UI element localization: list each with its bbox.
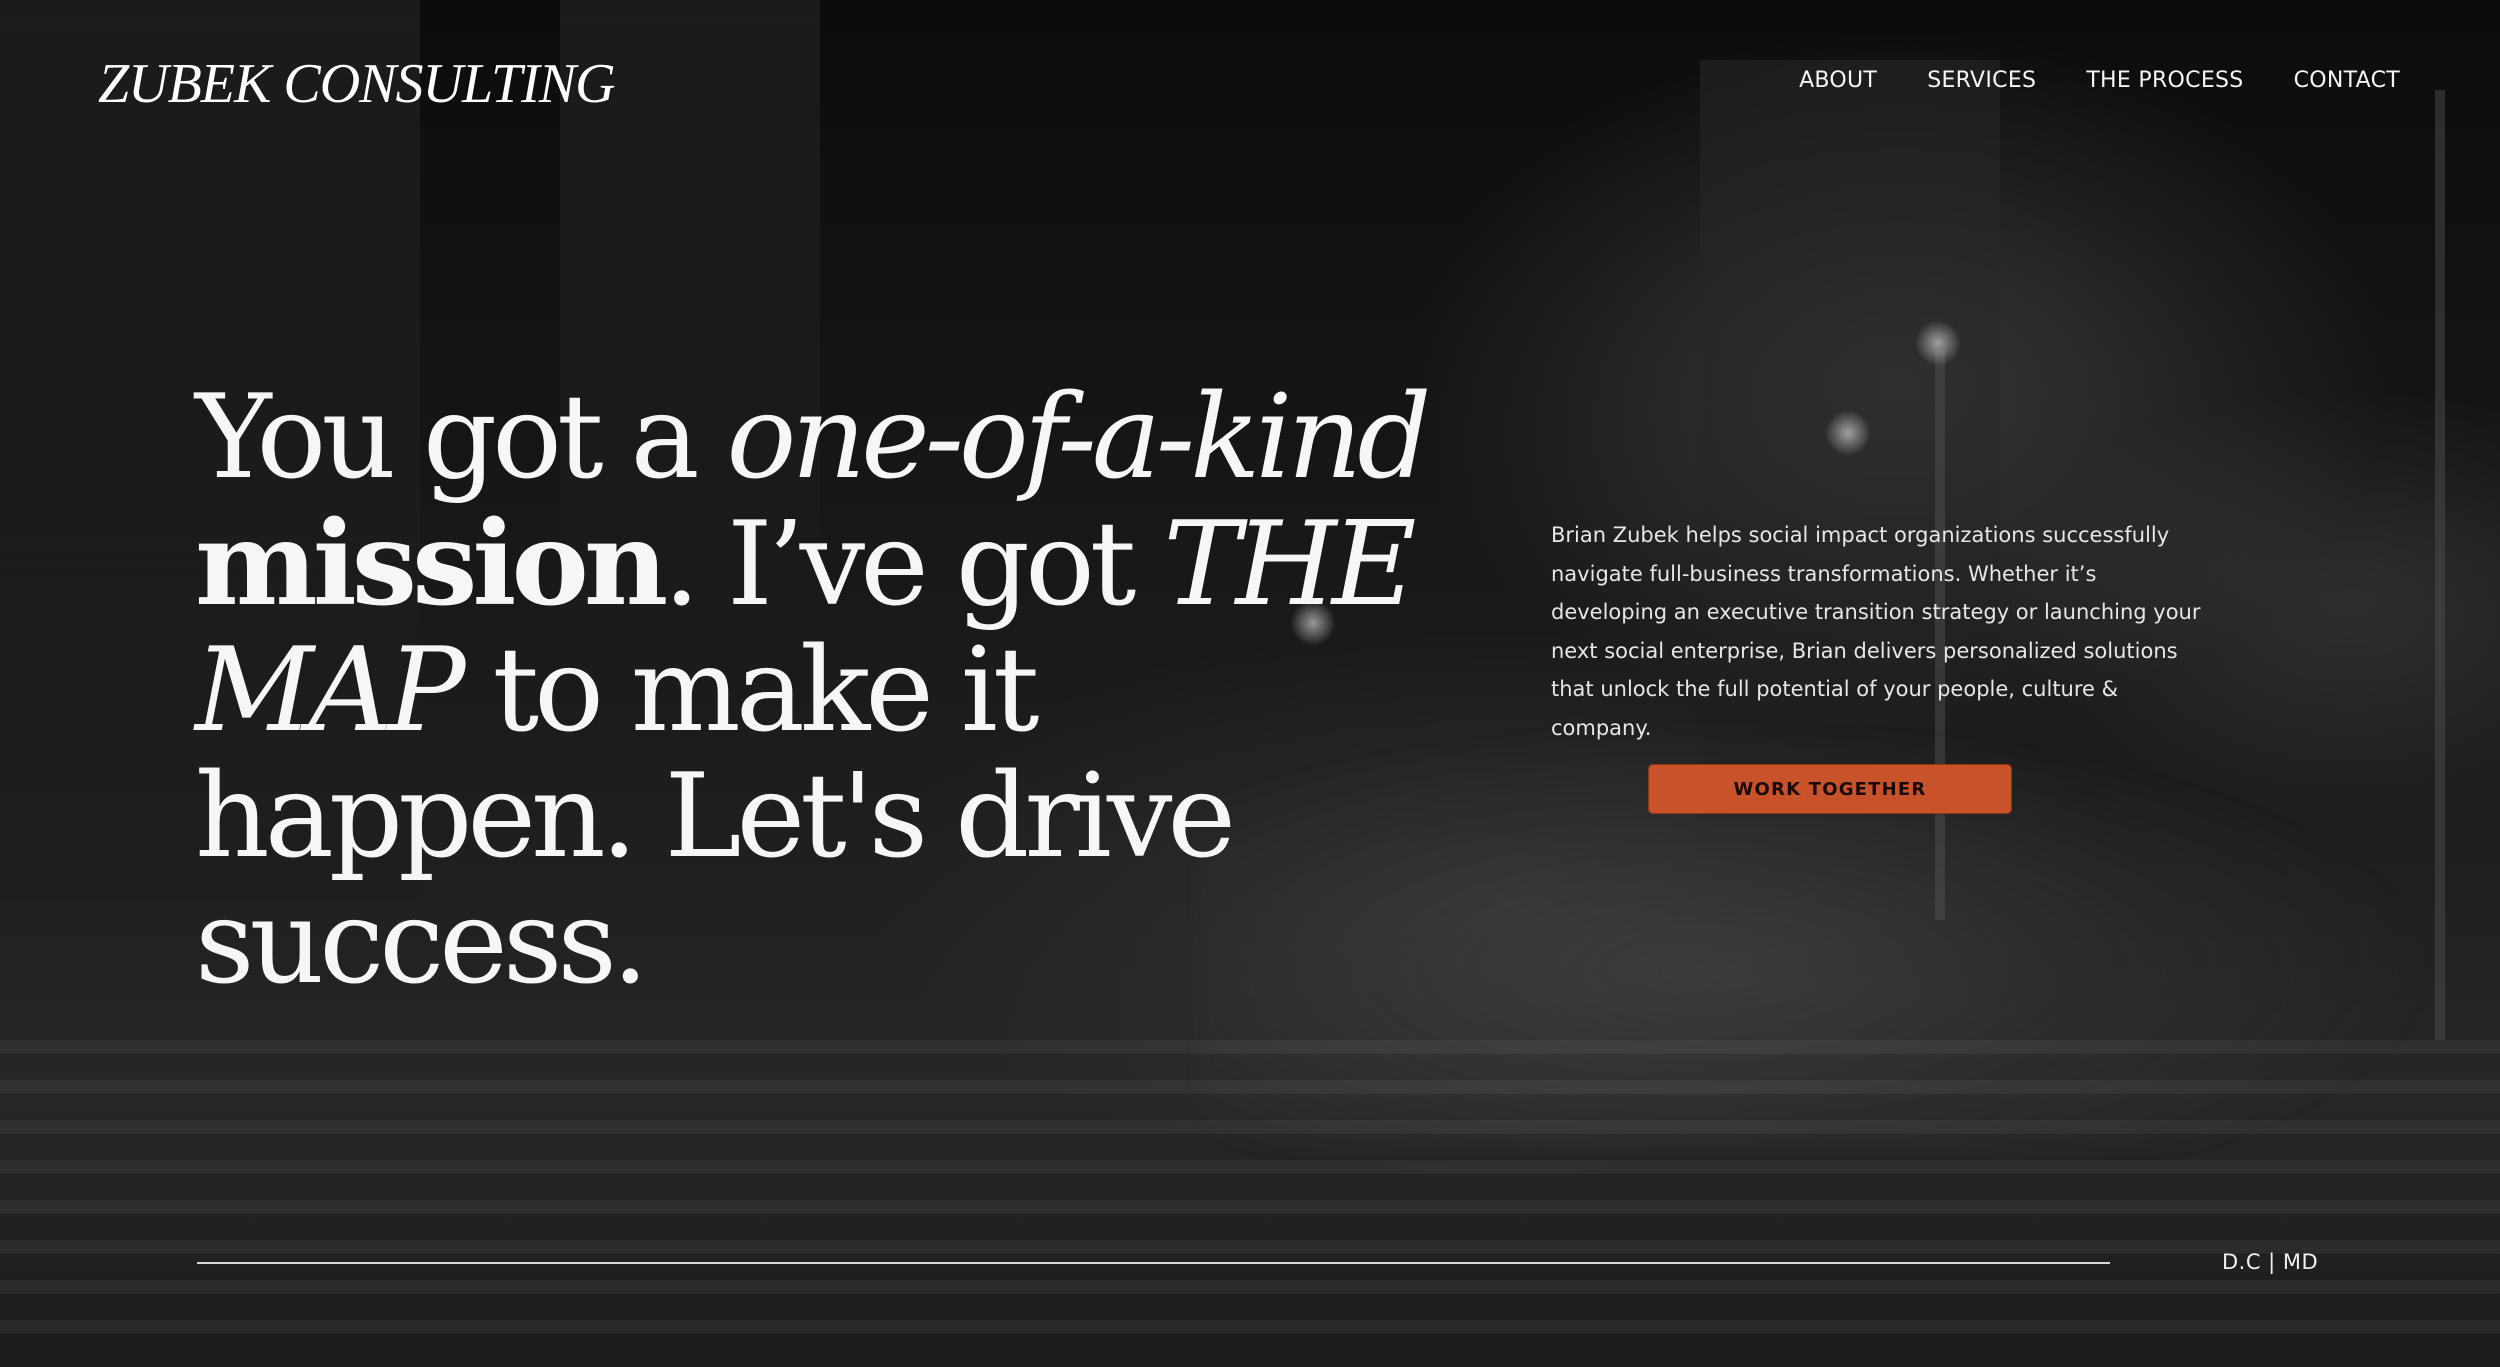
hero-description: Brian Zubek helps social impact organiza… — [1551, 523, 2201, 740]
headline-italic-text: one-of-a-kind — [726, 370, 1432, 505]
location-label: D.C | MD — [2222, 1250, 2319, 1274]
work-together-button[interactable]: WORK TOGETHER — [1648, 764, 2012, 814]
headline-text: You got a — [195, 370, 727, 505]
nav-link-process[interactable]: THE PROCESS — [2086, 68, 2243, 93]
background-streetlight — [1915, 320, 1961, 366]
background-pole — [2435, 90, 2445, 1040]
footer-divider — [197, 1262, 2110, 1264]
headline-text: . I’ve got — [663, 497, 1164, 632]
nav-link-contact[interactable]: CONTACT — [2294, 68, 2400, 93]
hero-headline: You got a one-of-a-kind mission. I’ve go… — [195, 375, 1435, 1006]
main-nav: ABOUT SERVICES THE PROCESS CONTACT — [1799, 68, 2400, 93]
headline-bold-text: mission — [195, 496, 668, 632]
nav-link-services[interactable]: SERVICES — [1927, 68, 2036, 93]
nav-link-about[interactable]: ABOUT — [1799, 68, 1877, 93]
hero-page: ZUBEK CONSULTING ABOUT SERVICES THE PROC… — [0, 0, 2500, 1367]
background-crosswalk — [0, 1040, 2500, 1360]
site-logo[interactable]: ZUBEK CONSULTING — [98, 52, 616, 116]
background-streetlight — [1825, 410, 1871, 456]
